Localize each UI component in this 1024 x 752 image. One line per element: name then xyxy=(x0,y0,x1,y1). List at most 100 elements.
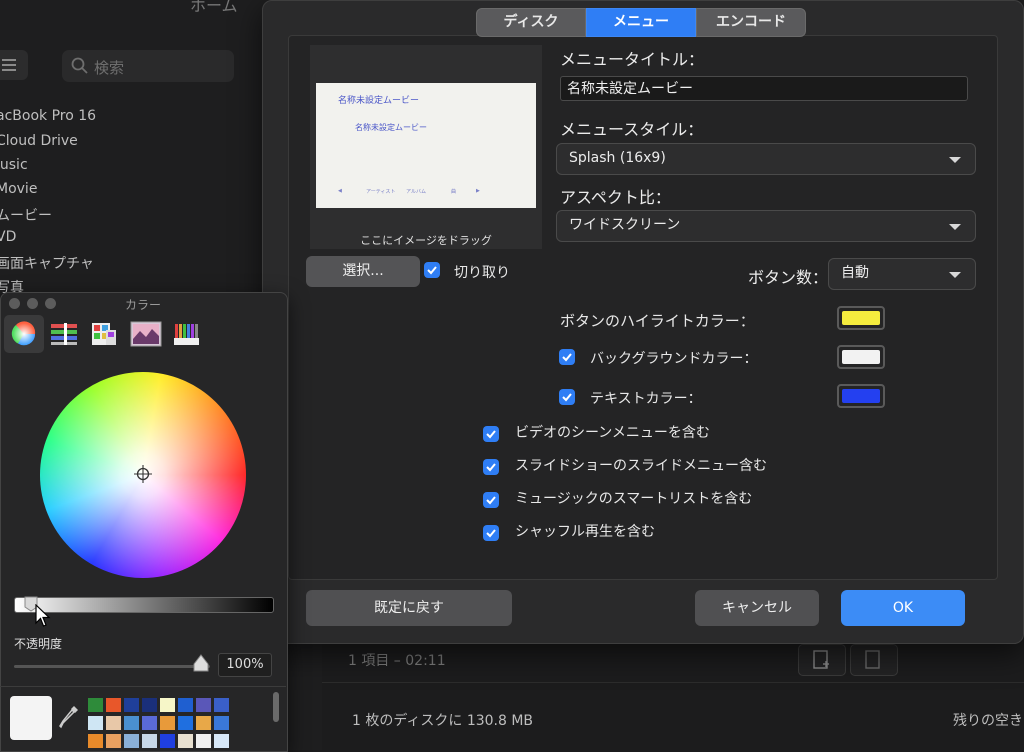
text-color-label: テキストカラー： xyxy=(590,391,702,407)
tab-menu[interactable]: メニュー xyxy=(586,8,696,37)
option-label-slide-menu: スライドショーのスライドメニュー含む xyxy=(515,458,767,474)
checkmark-icon xyxy=(486,463,496,472)
tab-disc[interactable]: ディスク xyxy=(476,8,586,37)
color-swatch[interactable] xyxy=(142,734,157,748)
sidebar-item[interactable]: Cloud Drive xyxy=(0,133,78,149)
checkmark-icon xyxy=(427,266,437,275)
color-swatch[interactable] xyxy=(214,716,229,730)
color-swatch[interactable] xyxy=(178,734,193,748)
current-color-well[interactable] xyxy=(10,696,52,740)
search-placeholder: 検索 xyxy=(94,59,125,77)
option-checkbox-scene-menu[interactable] xyxy=(483,426,499,442)
sidebar-item[interactable]: VD xyxy=(0,229,16,245)
option-checkbox-smart-list[interactable] xyxy=(483,492,499,508)
sidebar-item[interactable]: 画面キャプチャ xyxy=(0,253,94,273)
color-swatch[interactable] xyxy=(214,698,229,712)
brightness-slider[interactable] xyxy=(14,597,274,613)
sidebar-item[interactable]: lusic xyxy=(0,157,28,173)
color-swatch[interactable] xyxy=(142,716,157,730)
color-swatch[interactable] xyxy=(160,698,175,712)
checkmark-icon xyxy=(562,353,572,362)
footer-divider xyxy=(322,682,1024,683)
checkmark-icon xyxy=(486,529,496,538)
preview-nav-song: 曲 xyxy=(451,189,457,195)
preview-subtitle: 名称未設定ムービー xyxy=(355,123,427,132)
aspect-ratio-popup[interactable]: ワイドスクリーン xyxy=(556,210,976,242)
color-swatch[interactable] xyxy=(160,734,175,748)
color-swatch[interactable] xyxy=(106,734,121,748)
option-checkbox-shuffle[interactable] xyxy=(483,525,499,541)
color-swatch[interactable] xyxy=(106,698,121,712)
swatch-scrollbar[interactable] xyxy=(273,692,279,722)
chevron-down-icon xyxy=(949,224,961,230)
text-color-checkbox[interactable] xyxy=(559,389,575,405)
menu-title-label: メニュータイトル： xyxy=(560,50,705,69)
opacity-value-field[interactable]: 100% xyxy=(218,653,272,677)
highlight-color-label: ボタンのハイライトカラー： xyxy=(560,312,755,330)
add-button[interactable] xyxy=(798,644,846,676)
color-swatch[interactable] xyxy=(196,716,211,730)
aspect-ratio-value: ワイドスクリーン xyxy=(569,217,681,233)
list-icon xyxy=(2,59,16,71)
image-palettes-icon[interactable] xyxy=(130,321,162,347)
color-swatch[interactable] xyxy=(142,698,157,712)
checkmark-icon xyxy=(486,430,496,439)
preview-prev-arrow: ◀ xyxy=(338,188,342,194)
preview-next-arrow: ▶ xyxy=(476,188,480,194)
crop-checkbox[interactable] xyxy=(424,262,440,278)
color-swatch[interactable] xyxy=(178,698,193,712)
background-color-well[interactable] xyxy=(837,345,885,369)
select-image-button[interactable]: 選択... xyxy=(306,256,420,287)
highlight-color-well[interactable] xyxy=(837,306,885,330)
color-swatch[interactable] xyxy=(124,698,139,712)
color-swatch[interactable] xyxy=(160,716,175,730)
menu-style-popup[interactable]: Splash (16x9) xyxy=(556,143,976,175)
menu-style-value: Splash (16x9) xyxy=(569,150,666,166)
background-window-title: ホーム xyxy=(190,0,238,15)
color-panel-divider xyxy=(0,686,286,687)
color-wheel-icon[interactable] xyxy=(10,320,38,348)
chevron-down-icon xyxy=(949,272,961,278)
option-checkbox-slide-menu[interactable] xyxy=(483,459,499,475)
button-count-value: 自動 xyxy=(841,265,869,281)
search-field[interactable]: 検索 xyxy=(62,50,234,82)
drop-image-caption: ここにイメージをドラッグ xyxy=(360,234,492,247)
color-swatch[interactable] xyxy=(124,716,139,730)
text-color-well[interactable] xyxy=(837,384,885,408)
opacity-slider-knob[interactable] xyxy=(193,654,209,672)
color-sliders-icon[interactable] xyxy=(50,322,78,346)
menu-style-label: メニュースタイル： xyxy=(560,120,704,139)
tab-encode[interactable]: エンコード xyxy=(696,8,806,37)
color-palettes-icon[interactable] xyxy=(90,320,118,348)
aspect-ratio-label: アスペクト比： xyxy=(560,188,671,207)
color-swatch[interactable] xyxy=(214,734,229,748)
ok-button[interactable]: OK xyxy=(841,590,965,626)
color-swatch[interactable] xyxy=(88,716,103,730)
preview-nav-album: アルバム xyxy=(406,189,426,195)
cancel-button[interactable]: キャンセル xyxy=(695,590,819,626)
color-swatch[interactable] xyxy=(196,698,211,712)
sidebar-item[interactable]: ムービー xyxy=(0,205,52,225)
menu-title-field[interactable]: 名称未設定ムービー xyxy=(560,76,968,101)
sidebar-item[interactable]: acBook Pro 16 xyxy=(0,108,96,124)
sidebar-toggle-button[interactable] xyxy=(0,50,28,80)
crosshair-icon[interactable] xyxy=(134,465,152,483)
color-swatch[interactable] xyxy=(196,734,211,748)
remove-button[interactable] xyxy=(850,644,898,676)
color-swatch[interactable] xyxy=(124,734,139,748)
color-swatch[interactable] xyxy=(88,698,103,712)
color-swatch[interactable] xyxy=(106,716,121,730)
disk-usage: 1 枚のディスクに 130.8 MB xyxy=(352,713,534,729)
background-color-checkbox[interactable] xyxy=(559,349,575,365)
pencils-icon[interactable] xyxy=(172,320,200,348)
button-count-popup[interactable]: 自動 xyxy=(828,258,976,290)
sidebar-item[interactable]: Movie xyxy=(0,181,37,197)
color-swatch[interactable] xyxy=(88,734,103,748)
remaining-space: 残りの空き xyxy=(953,713,1023,729)
preview-title: 名称未設定ムービー xyxy=(338,96,420,106)
eyedropper-icon[interactable] xyxy=(58,704,80,730)
checkmark-icon xyxy=(486,496,496,505)
color-swatch[interactable] xyxy=(178,716,193,730)
opacity-slider[interactable] xyxy=(14,665,210,668)
reset-defaults-button[interactable]: 既定に戻す xyxy=(306,590,512,626)
